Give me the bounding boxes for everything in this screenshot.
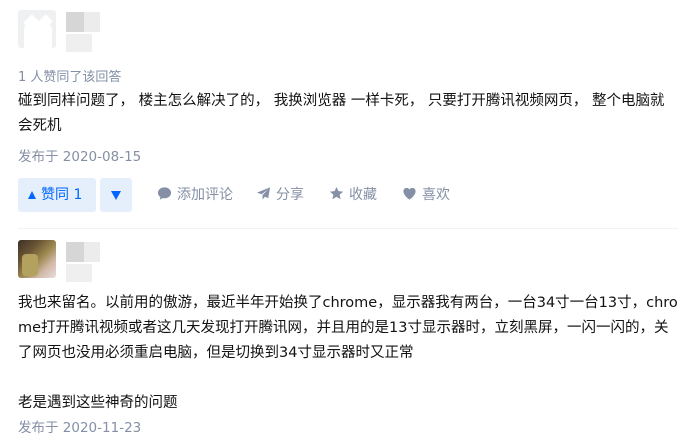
share-button[interactable]: 分享 (256, 178, 304, 212)
comment-bubble-icon (157, 187, 172, 200)
paper-plane-share-icon (256, 187, 271, 200)
votes-note: 1 人赞同了该回答 (18, 70, 122, 85)
action-bar: 赞同 1 添加评论 分享 收藏 喜欢 (18, 178, 678, 212)
publish-date[interactable]: 发布于 2020-08-15 (18, 145, 141, 165)
favorite-button[interactable]: 收藏 (329, 178, 377, 212)
author-name-blurred[interactable] (66, 10, 126, 54)
favorite-label: 收藏 (349, 187, 377, 203)
add-comment-label: 添加评论 (177, 187, 233, 203)
triangle-up-icon (28, 191, 36, 199)
answer-divider (18, 228, 678, 229)
answer-content: 碰到同样问题了， 楼主怎么解决了的， 我换浏览器 一样卡死， 只要打开腾讯视频网… (18, 93, 665, 134)
author-name-blurred[interactable] (66, 240, 126, 284)
triangle-down-icon (111, 191, 121, 200)
like-button[interactable]: 喜欢 (402, 178, 450, 212)
share-label: 分享 (276, 187, 304, 203)
star-icon (329, 186, 344, 200)
avatar[interactable] (18, 240, 56, 278)
avatar[interactable] (18, 10, 56, 48)
vote-up-button[interactable]: 赞同 1 (18, 178, 96, 212)
answer-content: 我也来留名。以前用的傲游，最近半年开始换了chrome，显示器我有两台，一台34… (18, 295, 678, 411)
heart-icon (403, 187, 416, 200)
vote-down-button[interactable] (100, 178, 132, 212)
vote-up-label: 赞同 1 (41, 187, 83, 203)
add-comment-button[interactable]: 添加评论 (157, 178, 233, 212)
like-label: 喜欢 (422, 187, 450, 203)
publish-date[interactable]: 发布于 2020-11-23 (18, 416, 141, 436)
